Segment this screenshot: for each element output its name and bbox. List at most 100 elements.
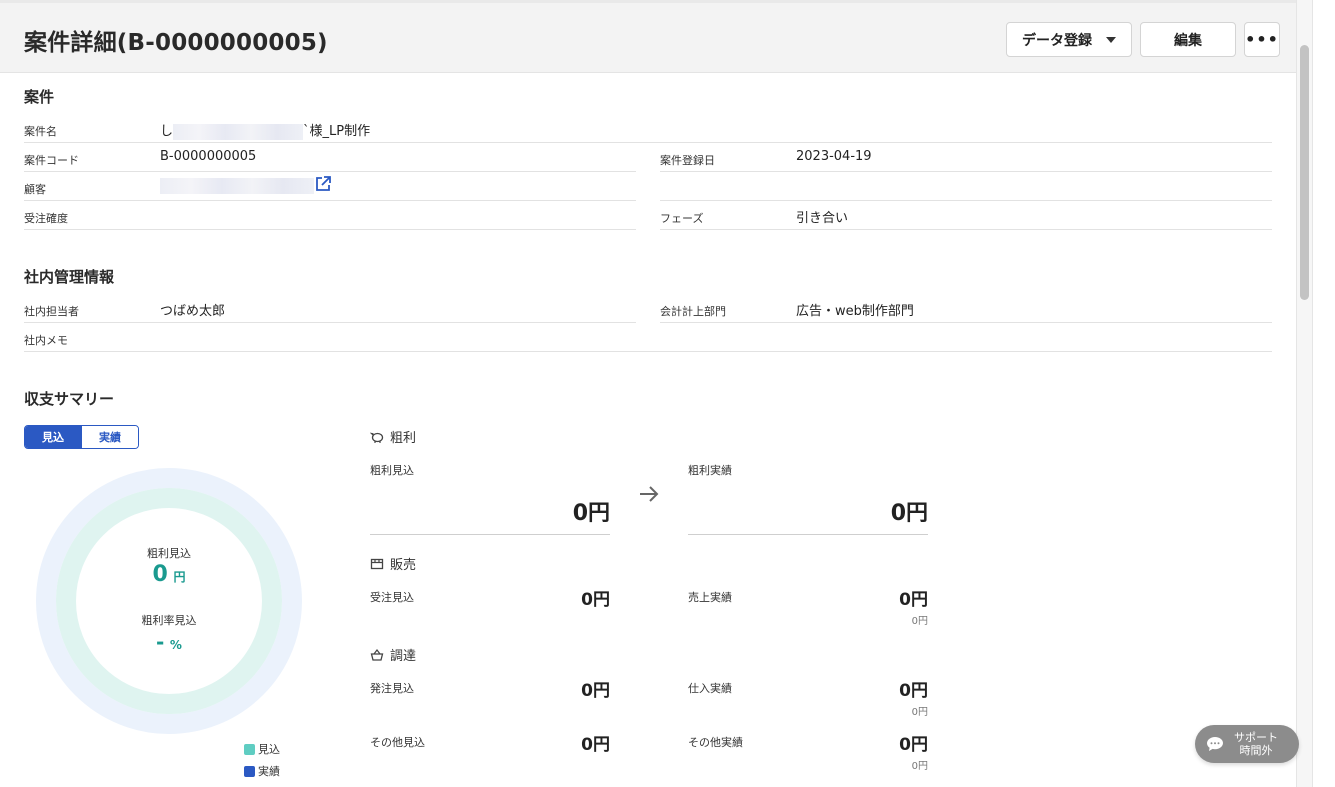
summary-donut-chart [36,468,302,734]
probability-row: 受注確度 [24,201,636,230]
vertical-scrollbar[interactable] [1296,0,1313,787]
page-header: 案件詳細(B-0000000005) データ登録 編集 ••• [0,0,1296,73]
donut-rate-number: - [156,630,165,654]
dept-label: 会計計上部門 [660,305,726,318]
dept-row: 会計計上部門 広告・web制作部門 [660,294,1272,323]
toggle-actual[interactable]: 実績 [81,426,138,448]
donut-rate-label: 粗利率見込 [141,614,197,627]
sales-actual-value: 0円 [899,590,928,610]
sales-category: 販売 [370,554,416,573]
donut-outer-ring [36,468,302,734]
case-date-label: 案件登録日 [660,154,715,167]
internal-section-title: 社内管理情報 [24,268,115,286]
edit-button[interactable]: 編集 [1140,22,1236,57]
owner-label: 社内担当者 [24,305,79,318]
probability-label: 受注確度 [24,212,68,225]
profit-actual-underline [688,534,928,535]
profit-actual-label: 粗利実績 [688,464,732,477]
other-forecast-label: その他見込 [370,736,425,749]
donut-rate-value: - % [99,630,239,654]
donut-profit-number: 0 [152,562,168,587]
donut-inner-ring [56,488,282,714]
donut-profit-unit: 円 [173,570,186,584]
dept-value: 広告・web制作部門 [796,304,914,319]
purchase-actual-label: 仕入実績 [688,682,732,695]
data-register-label: データ登録 [1022,32,1092,49]
case-name-suffix: `様_LP制作 [303,124,371,139]
profit-category: 粗利 [370,427,416,446]
sales-actual-label: 売上実績 [688,591,732,604]
sales-category-title: 販売 [390,558,417,573]
profit-forecast-underline [370,534,610,535]
arrow-right-icon [640,486,659,502]
order-forecast-label: 発注見込 [370,682,414,695]
purchase-actual-value: 0円 [899,681,928,701]
case-code-row: 案件コード B-0000000005 [24,143,636,172]
chat-bubble-icon [1207,737,1223,751]
legend-actual-swatch [244,765,255,777]
customer-row: 顧客 [24,172,636,201]
case-code-value: B-0000000005 [160,149,257,164]
caret-down-icon [1106,36,1116,43]
support-line1: サポート [1234,731,1278,744]
legend-actual-label: 実績 [258,765,280,778]
purchase-actual-subvalue: 0円 [911,707,928,718]
support-status-text: サポート 時間外 [1234,731,1278,757]
profit-forecast-label: 粗利見込 [370,464,414,477]
case-name-prefix: し [160,124,174,139]
case-date-row: 案件登録日 2023-04-19 [660,143,1272,172]
phase-row: フェーズ 引き合い [660,201,1272,230]
page-title: 案件詳細(B-0000000005) [24,30,328,56]
profit-category-title: 粗利 [390,431,417,446]
sales-forecast-value: 0円 [581,590,610,610]
phase-label: フェーズ [660,212,704,225]
profit-forecast-value: 0円 [572,501,610,526]
support-line2: 時間外 [1239,744,1273,757]
more-options-button[interactable]: ••• [1244,22,1280,57]
case-name-label: 案件名 [24,125,57,138]
case-name-row: 案件名 し `様_LP制作 [24,114,1272,143]
owner-value: つばめ太郎 [160,304,226,319]
forecast-actual-toggle[interactable]: 見込 実績 [24,425,139,449]
summary-section-title: 収支サマリー [24,390,115,408]
customer-label: 顧客 [24,183,46,196]
piggy-bank-icon [370,432,384,443]
basket-icon [370,648,384,661]
data-register-button[interactable]: データ登録 [1006,22,1132,57]
legend-actual: 実績 [244,763,280,779]
other-forecast-value: 0円 [581,735,610,755]
order-forecast-value: 0円 [581,681,610,701]
store-icon [370,558,384,569]
legend-forecast: 見込 [244,741,280,757]
donut-profit-value: 0 円 [99,562,239,587]
customer-value[interactable] [160,178,314,194]
redacted-customer-name[interactable] [160,178,314,194]
profit-actual-value: 0円 [890,501,928,526]
case-date-value: 2023-04-19 [796,149,872,164]
more-horizontal-icon: ••• [1245,30,1279,49]
other-actual-subvalue: 0円 [911,761,928,772]
external-link-icon[interactable] [314,175,332,193]
memo-row: 社内メモ [24,323,1272,352]
case-name-value: し `様_LP制作 [160,120,370,140]
procurement-category: 調達 [370,645,416,664]
sales-forecast-label: 受注見込 [370,591,414,604]
legend-forecast-swatch [244,743,255,755]
toggle-forecast[interactable]: 見込 [25,426,81,448]
support-chat-button[interactable]: サポート 時間外 [1195,725,1299,763]
memo-label: 社内メモ [24,334,68,347]
empty-row [660,172,1272,201]
other-actual-label: その他実績 [688,736,743,749]
sales-actual-subvalue: 0円 [911,616,928,627]
phase-value: 引き合い [796,211,849,226]
case-section-title: 案件 [24,88,55,106]
redacted-text [173,123,304,140]
other-actual-value: 0円 [899,735,928,755]
donut-profit-label: 粗利見込 [147,547,191,560]
owner-row: 社内担当者 つばめ太郎 [24,294,636,323]
donut-rate-unit: % [169,638,182,652]
procurement-category-title: 調達 [390,649,417,664]
legend-forecast-label: 見込 [258,743,280,756]
case-code-label: 案件コード [24,154,79,167]
scrollbar-thumb[interactable] [1300,45,1309,300]
